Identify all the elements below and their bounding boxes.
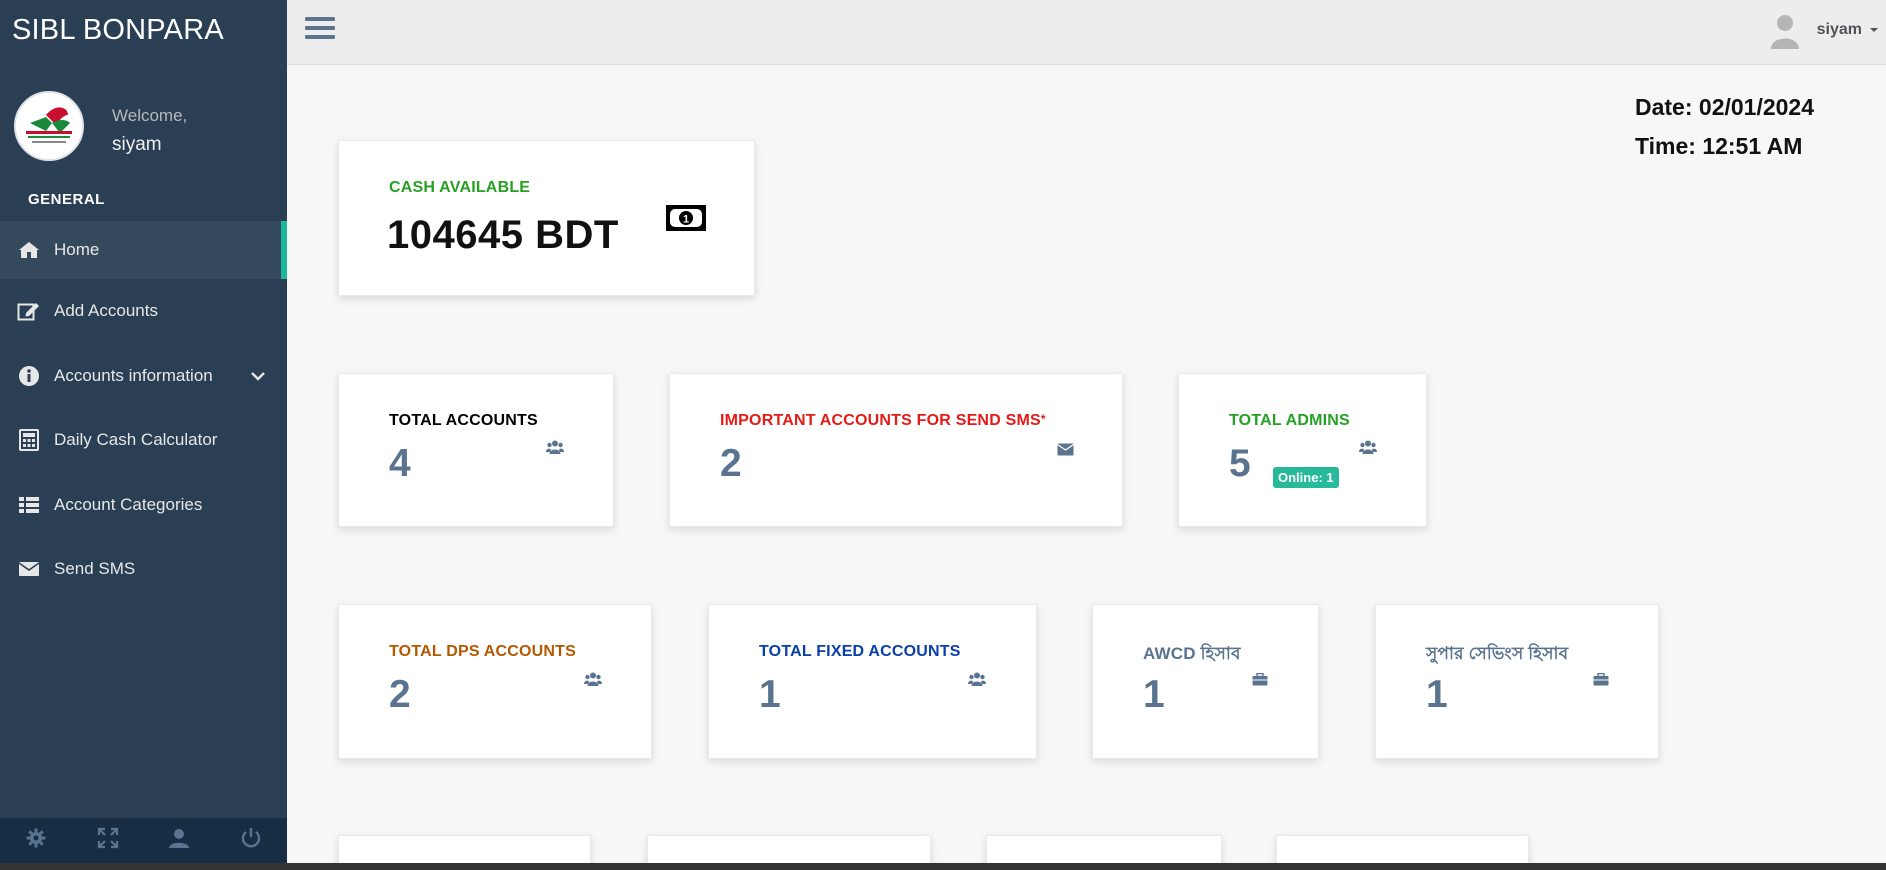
edit-icon [16,300,42,322]
total-admins-card[interactable]: TOTAL ADMINS 5 Online: 1 [1178,373,1427,527]
card-title-text: IMPORTANT ACCOUNTS FOR SEND SMS [720,412,1041,429]
envelope-icon [16,558,42,580]
users-icon [546,440,564,459]
important-accounts-card[interactable]: IMPORTANT ACCOUNTS FOR SEND SMS* 2 [669,373,1123,527]
online-badge: Online: 1 [1273,467,1339,488]
card-title: TOTAL FIXED ACCOUNTS [759,643,961,660]
sidebar-item-label: Accounts information [54,365,213,385]
cash-value: 104645 BDT [387,213,619,257]
logout-button[interactable] [215,818,287,863]
card-title: IMPORTANT ACCOUNTS FOR SEND SMS* [720,412,1046,430]
cash-available-card: CASH AVAILABLE 104645 BDT 1 [338,140,755,296]
card-value: 2 [389,673,411,716]
profile-button[interactable] [144,818,216,863]
envelope-icon [1057,443,1074,461]
total-accounts-card[interactable]: TOTAL ACCOUNTS 4 [338,373,614,527]
sidebar-item-accounts-information[interactable]: Accounts information [0,344,287,409]
users-icon [1359,440,1377,459]
card-value: 1 [759,673,781,716]
sidebar-item-home[interactable]: Home [0,221,287,279]
topnav-username: siyam [1816,21,1862,38]
card-title: AWCD হিসাব [1143,644,1241,663]
total-fixed-accounts-card[interactable]: TOTAL FIXED ACCOUNTS 1 [708,604,1037,759]
awcd-accounts-card[interactable]: AWCD হিসাব 1 [1092,604,1319,759]
card-value: 5 [1229,442,1251,485]
menu-toggle-icon[interactable] [305,17,335,42]
caret-down-icon [1870,28,1878,32]
date-label: Date: 02/01/2024 [1635,94,1815,120]
sidebar-item-add-accounts[interactable]: Add Accounts [0,279,287,344]
gear-icon [26,828,46,853]
card-value: 4 [389,442,411,485]
super-savings-accounts-card[interactable]: সুপার সেভিংস হিসাব 1 [1375,604,1659,759]
sidebar-nav: Home Add Accounts Accounts information D… [0,221,287,602]
time-label: Time: 12:51 AM [1635,133,1803,159]
users-icon [584,672,602,691]
sidebar-item-label: Add Accounts [54,301,158,321]
sidebar-item-account-categories[interactable]: Account Categories [0,473,287,538]
home-icon [16,239,42,261]
top-nav: siyam [287,0,1886,65]
card-title: সুপার সেভিংস হিসাব [1426,644,1569,663]
sidebar-username: siyam [112,134,162,155]
site-brand[interactable]: SIBL BONPARA [12,14,224,47]
sidebar: SIBL BONPARA Welcome, siyam GENERAL Home… [0,0,287,870]
calculator-icon [16,429,42,452]
bottom-strip [0,863,1886,870]
section-title-general: GENERAL [28,191,105,208]
info-icon [16,365,42,387]
sidebar-item-label: Account Categories [54,494,203,514]
sidebar-item-daily-cash-calculator[interactable]: Daily Cash Calculator [0,408,287,473]
card-title: TOTAL ACCOUNTS [389,412,538,429]
user-icon [168,827,190,854]
users-icon [968,672,986,691]
sidebar-footer [0,818,287,863]
sidebar-item-label: Send SMS [54,559,136,579]
user-dropdown[interactable]: siyam [1768,10,1886,50]
sidebar-item-label: Daily Cash Calculator [54,430,218,450]
money-bill-icon: 1 [665,203,707,238]
sidebar-item-send-sms[interactable]: Send SMS [0,537,287,602]
power-icon [240,827,262,854]
date-time-display: Date: 02/01/2024 Time: 12:51 AM [1635,88,1814,166]
welcome-label: Welcome, [112,106,188,125]
briefcase-icon [1593,672,1609,691]
card-title: TOTAL ADMINS [1229,412,1350,429]
card-value: 1 [1426,673,1448,716]
fullscreen-button[interactable] [72,818,144,863]
required-star: * [1040,412,1046,426]
briefcase-icon [1252,672,1268,691]
avatar [1768,11,1801,49]
card-title: CASH AVAILABLE [389,179,531,196]
sidebar-item-label: Home [54,240,100,259]
svg-text:1: 1 [683,214,689,226]
profile-logo [14,91,84,161]
card-value: 1 [1143,673,1165,716]
total-dps-accounts-card[interactable]: TOTAL DPS ACCOUNTS 2 [338,604,652,759]
table-icon [16,494,42,516]
fullscreen-icon [97,827,119,854]
settings-button[interactable] [0,818,72,863]
card-value: 2 [720,442,742,485]
card-title: TOTAL DPS ACCOUNTS [389,643,577,660]
chevron-down-icon [251,366,265,386]
